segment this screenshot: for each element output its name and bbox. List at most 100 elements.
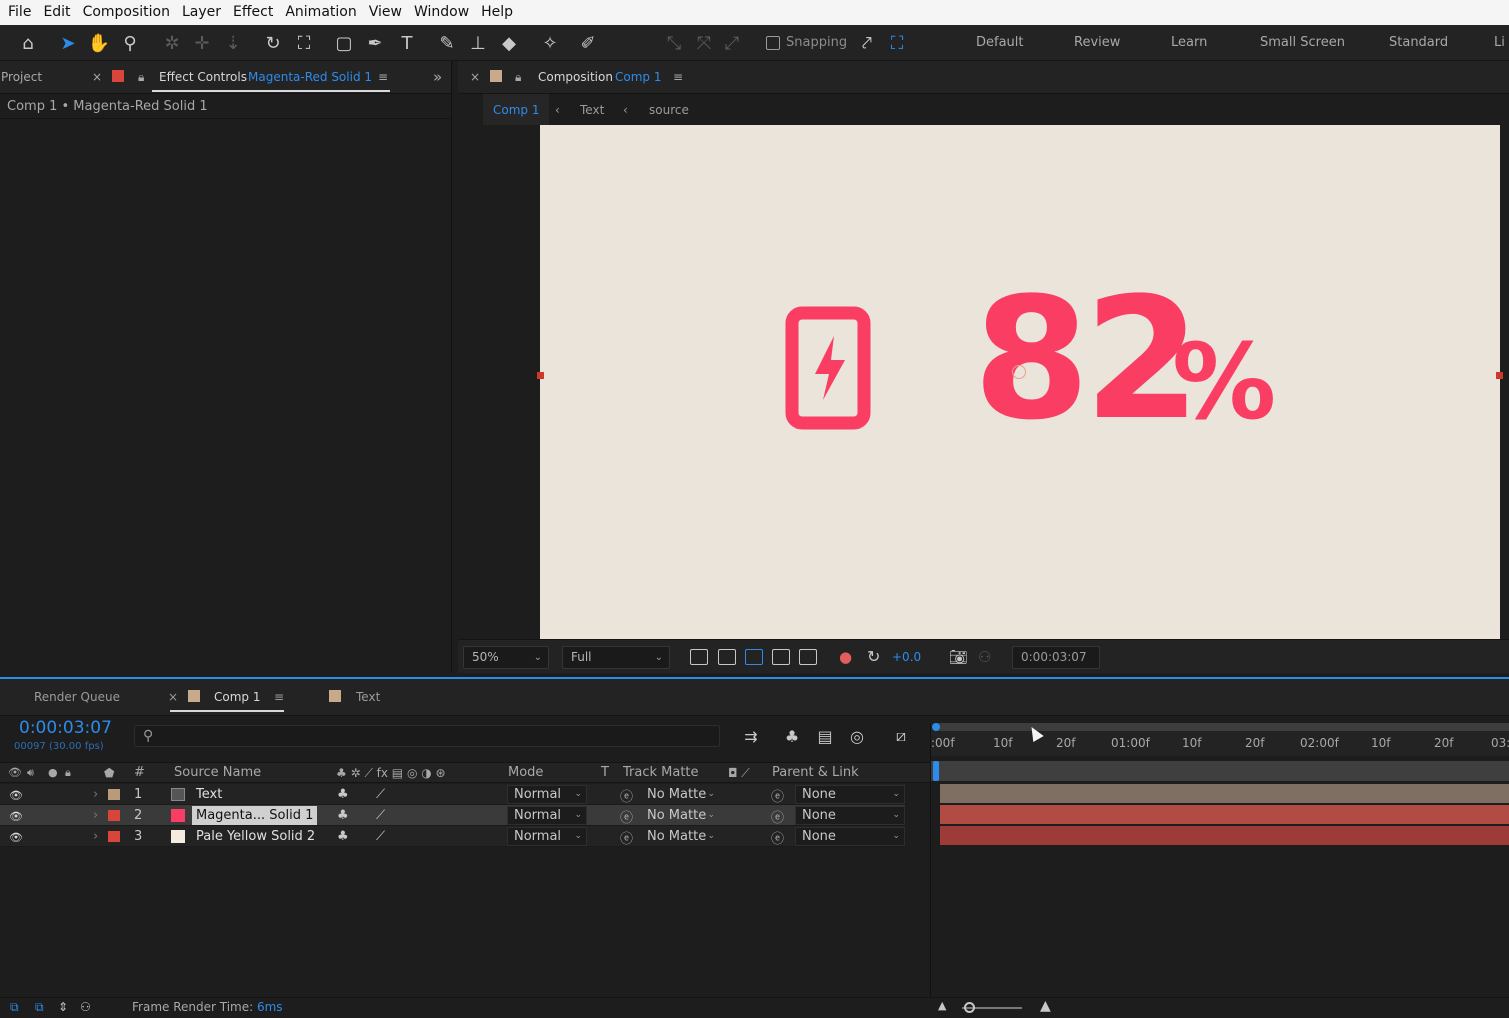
shy-switch-icon[interactable]: ♣ [337,826,349,847]
frame-blending-icon[interactable]: ▤ [815,727,835,746]
orbit-camera-icon[interactable]: ✲ [158,29,186,57]
zoom-out-mountain-icon[interactable]: ▲ [938,999,946,1012]
pickwhip-icon[interactable]: ⓔ [620,807,633,826]
snapping-checkbox[interactable] [766,36,780,50]
menu-window[interactable]: Window [408,0,475,25]
composition-target[interactable]: Comp 1 [615,61,661,94]
roto-brush-tool-icon[interactable]: ✧ [536,29,564,57]
composition-viewer[interactable]: 82 % [458,125,1509,639]
playhead-marker[interactable] [933,761,939,781]
menu-composition[interactable]: Composition [77,0,176,25]
region-of-interest-icon[interactable] [772,649,790,665]
shy-switch-icon[interactable]: ♣ [337,784,349,805]
menu-file[interactable]: File [0,0,37,25]
layer-name[interactable]: Magenta... Solid 1 [192,806,318,825]
type-tool-icon[interactable]: T [393,29,421,57]
transfer-controls-icon[interactable]: ⧉ [35,1000,44,1015]
layer-search-input[interactable]: ⚲ [134,725,720,747]
composition-canvas[interactable]: 82 % [540,125,1500,639]
workspace-small-screen[interactable]: Small Screen [1260,25,1345,61]
brush-tool-icon[interactable]: ✎ [433,29,461,57]
pen-tool-icon[interactable]: ✒ [361,29,389,57]
visibility-eye-icon[interactable]: 👁︎ [9,789,23,802]
show-snapshot-icon[interactable]: ⚇ [978,640,991,674]
menu-edit[interactable]: Edit [37,0,76,25]
layer-duration-bar-text[interactable] [940,784,1509,803]
current-time-display[interactable]: 0:00:03:07 [1012,646,1100,669]
time-navigator-bar[interactable] [931,761,1509,781]
layer-handle-right[interactable] [1496,372,1503,379]
composition-flowchart-icon[interactable]: ⇉ [741,727,761,746]
layer-switches-icon[interactable]: ⧉ [10,1000,19,1015]
zoom-dropdown[interactable]: 50% ⌄ [463,646,549,669]
selection-tool-icon[interactable]: ➤ [54,29,82,57]
reset-exposure-icon[interactable]: ↻ [867,640,880,674]
axis-view-icon[interactable]: ⤢ [718,29,746,57]
parent-pickwhip-icon[interactable]: ⓔ [771,828,784,847]
layer-duration-bar-pale-yellow-solid[interactable] [940,826,1509,845]
puppet-pin-tool-icon[interactable]: ✐ [574,29,602,57]
parent-dropdown[interactable]: None ⌄ [795,806,905,825]
fast-previews-icon[interactable] [690,649,708,665]
time-ruler[interactable]: :00f 10f 20f 01:00f 10f 20f 02:00f 10f 2… [931,723,1509,756]
pan-behind-tool-icon[interactable]: ⛶ [290,29,318,57]
guides-icon[interactable] [799,649,817,665]
timeline-zoom-handle[interactable] [964,1002,975,1013]
workspace-standard[interactable]: Standard [1389,25,1448,61]
panel-menu-icon[interactable]: ≡ [673,61,683,94]
work-area-start-handle[interactable] [932,723,940,731]
track-matte-dropdown[interactable]: No Matte ⌄ [640,827,720,846]
parent-dropdown[interactable]: None ⌄ [795,785,905,804]
eraser-tool-icon[interactable]: ◆ [495,29,523,57]
mask-visibility-icon[interactable] [745,649,763,665]
pickwhip-icon[interactable]: ⓔ [620,828,633,847]
parent-dropdown[interactable]: None ⌄ [795,827,905,846]
tab-render-queue[interactable]: Render Queue [34,679,120,716]
clone-stamp-tool-icon[interactable]: ⊥ [464,29,492,57]
expand-chevron-icon[interactable]: › [93,805,98,826]
layer-row-pale-yellow-solid[interactable]: 👁︎ › 3 Pale Yellow Solid 2 ♣ ⟋ Normal ⌄ ⓔ… [0,826,905,847]
snapshot-camera-icon[interactable]: 📷︎ [949,640,968,674]
breadcrumb-comp1[interactable]: Comp 1 [483,94,550,126]
source-name-column-header[interactable]: Source Name [174,763,261,783]
zoom-tool-icon[interactable]: ⚲ [116,29,144,57]
dolly-camera-icon[interactable]: ⇣ [219,29,247,57]
quality-switch-icon[interactable]: ⟋ [376,826,385,847]
snap-features-icon[interactable]: ⛶ [883,29,911,57]
blend-mode-dropdown[interactable]: Normal ⌄ [507,827,587,846]
visibility-eye-icon[interactable]: 👁︎ [9,810,23,823]
work-area-bar[interactable] [937,723,1509,731]
layer-row-text[interactable]: 👁︎ › 1 Text ♣ ⟋ Normal ⌄ ⓔ No Matte ⌄ ⓔ No… [0,784,905,805]
layer-duration-bar-magenta-solid[interactable] [940,805,1509,824]
track-matte-dropdown[interactable]: No Matte ⌄ [640,785,720,804]
menu-help[interactable]: Help [475,0,519,25]
layer-label-swatch[interactable] [108,789,120,800]
workspace-default[interactable]: Default [976,25,1024,61]
pan-camera-icon[interactable]: ✛ [188,29,216,57]
workspace-learn[interactable]: Learn [1171,25,1207,61]
lock-icon[interactable]: 🔒︎ [138,61,144,94]
zoom-in-mountain-icon[interactable]: ▲ [1040,998,1051,1014]
layer-label-swatch[interactable] [108,810,120,821]
snap-edges-icon[interactable]: ⤤ [853,29,881,57]
shy-layers-icon[interactable]: ♣ [782,727,802,746]
menu-effect[interactable]: Effect [227,0,279,25]
layer-name[interactable]: Pale Yellow Solid 2 [192,827,319,846]
exposure-value[interactable]: +0.0 [892,640,921,674]
shy-switch-icon[interactable]: ♣ [337,805,349,826]
menu-animation[interactable]: Animation [279,0,362,25]
tab-project[interactable]: Project [1,61,42,94]
menu-view[interactable]: View [363,0,408,25]
quality-switch-icon[interactable]: ⟋ [376,784,385,805]
render-time-icon[interactable]: ⚇ [80,1000,91,1014]
home-icon[interactable]: ⌂ [14,29,42,57]
current-time-indicator[interactable]: 0:00:03:07 [19,718,112,738]
parent-pickwhip-icon[interactable]: ⓔ [771,786,784,805]
breadcrumb-source[interactable]: source [649,94,689,126]
parent-pickwhip-icon[interactable]: ⓔ [771,807,784,826]
breadcrumb-text[interactable]: Text [580,94,604,126]
panel-overflow-icon[interactable]: » [433,61,442,94]
pickwhip-icon[interactable]: ⓔ [620,786,633,805]
close-tab-icon[interactable]: × [470,61,480,94]
transparency-grid-icon[interactable] [718,649,736,665]
